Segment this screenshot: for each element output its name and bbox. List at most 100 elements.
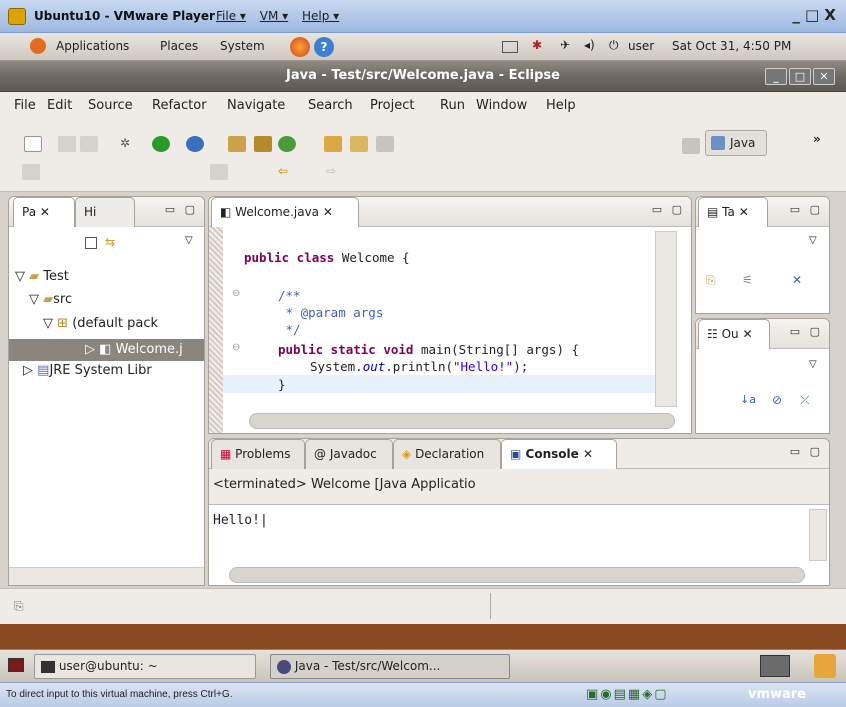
tree-item-jre[interactable]: ▷ ▤JRE System Libr [23, 363, 152, 378]
show-desktop-icon[interactable] [8, 658, 24, 672]
taskbar-item-terminal[interactable]: user@ubuntu: ~ [34, 654, 256, 679]
code-line-1[interactable]: public class Welcome { [244, 250, 410, 265]
save-icon[interactable] [58, 136, 76, 152]
menu-navigate[interactable]: Navigate [227, 98, 285, 113]
tab-package-explorer[interactable]: Pa ✕ [13, 197, 75, 227]
network-icon[interactable]: ✈ [560, 38, 570, 52]
code-line-2[interactable]: /** [278, 288, 301, 303]
tab-outline[interactable]: ☷ Ou ✕ [698, 319, 770, 349]
task-min-max-icon[interactable]: ▭ ▢ [790, 203, 823, 216]
editor-hscroll[interactable] [249, 413, 675, 429]
minimize-window-button[interactable]: _ [765, 68, 787, 85]
debug-icon[interactable]: ✲ [120, 136, 138, 152]
applications-menu[interactable]: Applications [56, 39, 129, 53]
ubuntu-logo-icon[interactable] [30, 38, 46, 54]
view-menu-icon[interactable]: ▽ [809, 235, 817, 246]
console-min-max-icon[interactable]: ▭ ▢ [790, 445, 823, 458]
tab-declaration[interactable]: ◈ Declaration [393, 439, 501, 469]
search-icon[interactable] [376, 136, 394, 152]
menu-project[interactable]: Project [370, 98, 414, 113]
new-class-icon[interactable] [278, 136, 296, 152]
tree-item-project[interactable]: ▽ ▰ Test [15, 269, 69, 284]
code-line-7[interactable]: } [278, 377, 286, 392]
console-hscroll[interactable] [229, 567, 805, 583]
vmware-menu-help[interactable]: Help ▾ [302, 9, 339, 23]
update-notifier-icon[interactable]: ✱ [532, 38, 542, 52]
volume-icon[interactable]: ◂) [584, 38, 595, 52]
user-menu[interactable]: user [628, 39, 654, 53]
hide-static-icon[interactable]: ⤫ [800, 393, 810, 408]
print-icon[interactable] [80, 136, 98, 152]
fold-icon[interactable]: ⊖ [232, 342, 240, 353]
code-line-4[interactable]: */ [278, 322, 301, 337]
menu-file[interactable]: File [14, 98, 36, 113]
menu-search[interactable]: Search [308, 98, 353, 113]
menu-window[interactable]: Window [476, 98, 527, 113]
tree-item-welcome-java[interactable]: ▷ ◧ Welcome.j [9, 339, 204, 361]
open-perspective-icon[interactable] [682, 138, 700, 154]
view-menu-icon[interactable]: ▽ [185, 235, 193, 246]
tree-item-src[interactable]: ▽ ▰src [29, 292, 72, 307]
console-output[interactable]: Hello!| [213, 513, 268, 528]
package-explorer-hscroll[interactable] [9, 567, 204, 585]
vmware-menu-vm[interactable]: VM ▾ [260, 9, 288, 23]
workspace-switcher-icon[interactable] [760, 655, 790, 677]
editor-vscroll[interactable] [655, 231, 677, 407]
fold-icon[interactable]: ⊖ [232, 288, 240, 299]
firefox-icon[interactable] [290, 37, 310, 57]
panel-min-max-icon[interactable]: ▭ ▢ [165, 203, 198, 216]
back-icon[interactable]: ⇦ [278, 164, 296, 180]
console-vscroll[interactable] [809, 509, 827, 561]
open-task-icon[interactable] [350, 136, 368, 152]
tab-problems[interactable]: ▦ Problems [211, 439, 305, 469]
hide-fields-icon[interactable]: ⊘ [772, 393, 782, 407]
editor-min-max-icon[interactable]: ▭ ▢ [652, 203, 685, 216]
java-perspective-button[interactable]: Java [705, 130, 767, 156]
outline-min-max-icon[interactable]: ▭ ▢ [790, 325, 823, 338]
tab-task-list[interactable]: ▤ Ta ✕ [698, 197, 768, 227]
new-package-icon[interactable] [254, 136, 272, 152]
tab-hierarchy[interactable]: Hi [75, 197, 135, 227]
help-icon[interactable]: ? [314, 37, 334, 57]
close-window-button[interactable]: ✕ [813, 68, 835, 85]
tab-console[interactable]: ▣ Console ✕ [501, 439, 617, 469]
annotation-icon[interactable] [22, 164, 40, 180]
more-perspectives-icon[interactable]: » [813, 132, 821, 146]
menu-source[interactable]: Source [88, 98, 133, 113]
new-task-icon[interactable]: ⎘ [706, 273, 716, 288]
maximize-window-button[interactable]: □ [789, 68, 811, 85]
device-icons[interactable]: ▣◉▤▦◈▢ [586, 687, 668, 702]
clock[interactable]: Sat Oct 31, 4:50 PM [672, 39, 791, 53]
tree-item-default-package[interactable]: ▽ ⊞ (default pack [43, 316, 158, 331]
fast-view-icon[interactable]: ⎘ [14, 599, 24, 614]
power-icon[interactable]: ⏻ [609, 38, 619, 53]
new-java-project-icon[interactable] [228, 136, 246, 152]
filter-icon[interactable]: ⚟ [742, 273, 753, 287]
system-menu[interactable]: System [220, 39, 265, 53]
sort-icon[interactable]: ↓a [740, 393, 756, 406]
tab-welcome-java[interactable]: ◧ Welcome.java ✕ [211, 197, 359, 227]
view-menu-icon[interactable]: ▽ [809, 359, 817, 370]
open-type-icon[interactable] [324, 136, 342, 152]
new-icon[interactable] [24, 136, 42, 152]
tab-javadoc[interactable]: @ Javadoc [305, 439, 393, 469]
vmware-window-controls[interactable]: _ □ X [792, 6, 836, 24]
code-line-6[interactable]: System.out.println("Hello!"); [310, 359, 528, 374]
run-icon[interactable] [152, 136, 170, 152]
next-annotation-icon[interactable] [210, 164, 228, 180]
places-menu[interactable]: Places [160, 39, 198, 53]
mail-icon[interactable] [502, 41, 518, 53]
forward-icon[interactable]: ⇨ [326, 164, 344, 180]
code-line-5[interactable]: public static void main(String[] args) { [278, 342, 579, 357]
menu-edit[interactable]: Edit [47, 98, 72, 113]
taskbar-item-eclipse[interactable]: Java - Test/src/Welcom... [270, 654, 510, 679]
trash-icon[interactable] [814, 654, 836, 678]
collapse-all-icon[interactable] [85, 237, 97, 249]
menu-refactor[interactable]: Refactor [152, 98, 207, 113]
external-tools-icon[interactable] [186, 136, 204, 152]
link-editor-icon[interactable]: ⇆ [105, 235, 115, 249]
collapse-icon[interactable]: ✕ [792, 273, 802, 287]
menu-help[interactable]: Help [546, 98, 576, 113]
menu-run[interactable]: Run [440, 98, 465, 113]
vmware-menu-file[interactable]: File ▾ [216, 9, 246, 23]
